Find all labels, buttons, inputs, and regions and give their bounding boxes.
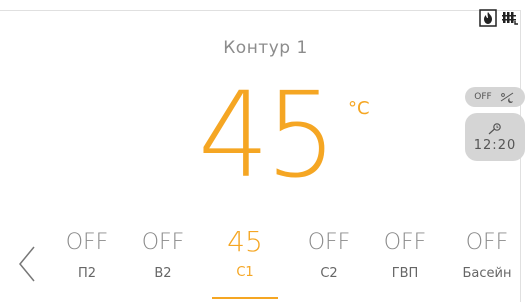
tab-label: ГВП [391,266,419,281]
tab-c2[interactable]: OFF С2 [294,228,364,302]
tab-label: П2 [77,266,97,281]
tab-label: В2 [154,266,172,281]
mode-toggle-button[interactable]: OFF [465,87,525,107]
active-tab-indicator [212,297,278,299]
tab-v2[interactable]: OFF В2 [128,228,198,302]
mode-label: OFF [474,92,492,102]
flame-icon [479,9,497,27]
circuit-tabs: OFF П2 OFF В2 45 С1 OFF С2 OFF ГВП OFF Б… [0,228,531,302]
frame-top-border [0,10,520,11]
tab-label: Басейн [462,266,512,281]
tab-value: OFF [65,230,109,255]
temperature-unit: °C [348,98,370,119]
current-temperature[interactable]: 45 [198,76,337,194]
tab-pool[interactable]: OFF Басейн [448,228,526,302]
tab-value: OFF [307,230,351,255]
tab-gvp[interactable]: OFF ГВП [370,228,440,302]
schedule-button[interactable]: 12:20 [465,113,525,161]
status-icons [479,9,519,27]
sun-moon-icon [500,92,513,103]
tab-value: OFF [383,230,427,255]
tab-value: 45 [227,225,263,258]
tab-value: OFF [465,230,509,255]
tab-c1[interactable]: 45 С1 [204,228,286,302]
tab-p2[interactable]: OFF П2 [52,228,122,302]
tab-value: OFF [141,230,185,255]
schedule-time: 12:20 [473,137,517,153]
tab-label: С1 [236,265,254,280]
radiator-icon [502,12,518,25]
schedule-icon [488,122,501,134]
circuit-title: Контур 1 [223,38,308,58]
tab-label: С2 [320,266,338,281]
